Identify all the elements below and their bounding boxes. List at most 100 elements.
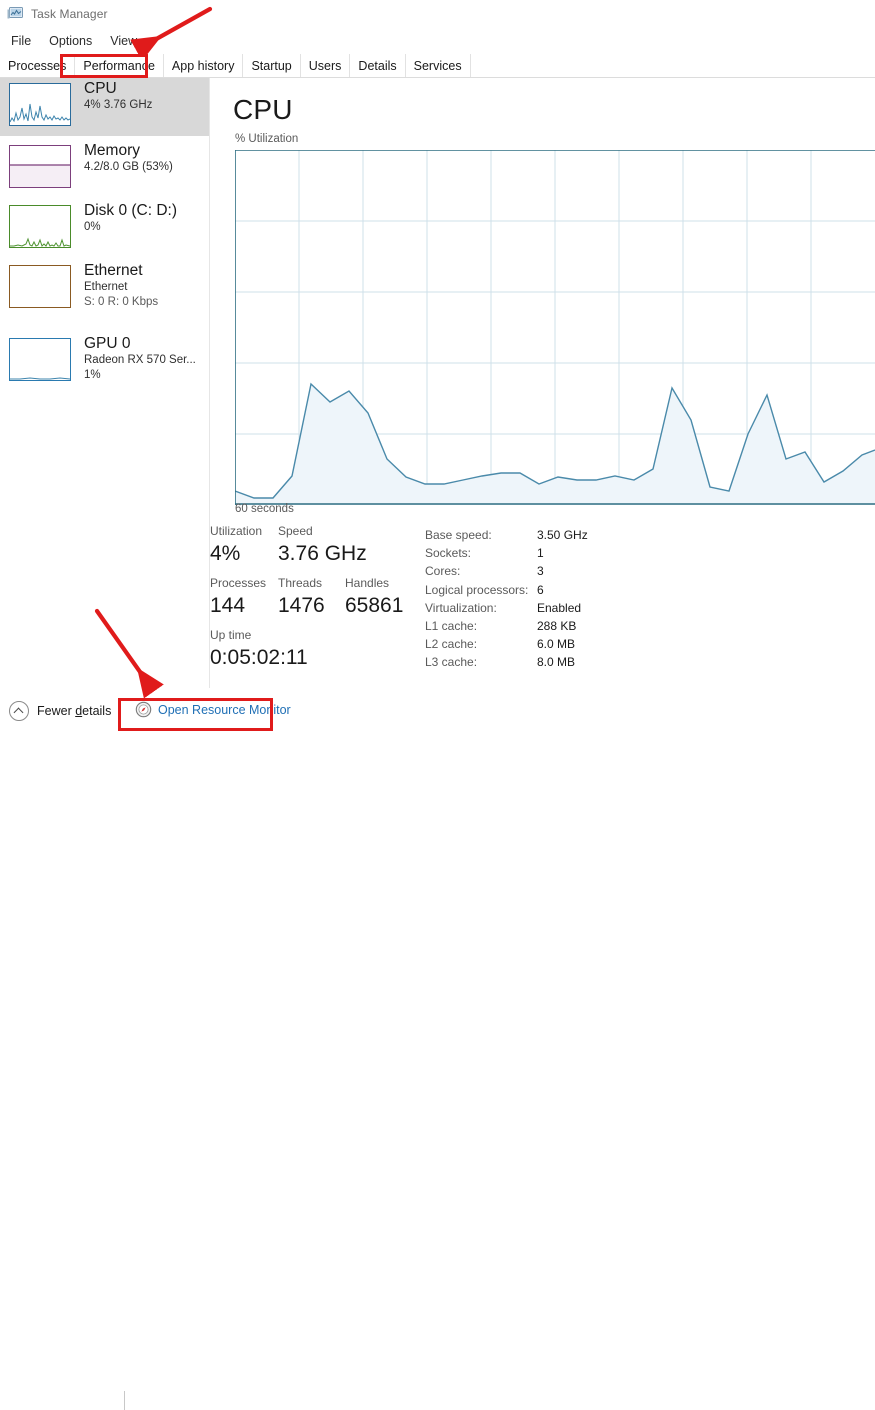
spec-logical-processors-value: 6 bbox=[537, 582, 544, 597]
stat-speed-value: 3.76 GHz bbox=[278, 542, 367, 565]
cpu-detail-panel: CPU % Utilization 60 seconds Utilization… bbox=[210, 78, 875, 688]
menu-item-view[interactable]: View bbox=[101, 32, 146, 50]
memory-thumbnail-graph bbox=[9, 145, 71, 188]
menu-item-options[interactable]: Options bbox=[40, 32, 101, 50]
spec-sockets-value: 1 bbox=[537, 546, 544, 561]
cpu-thumbnail-graph bbox=[9, 83, 71, 126]
spec-base-speed-value: 3.50 GHz bbox=[537, 528, 588, 542]
tab-services[interactable]: Services bbox=[405, 54, 471, 77]
stat-utilization: Utilization 4% bbox=[210, 523, 278, 567]
spec-l3-cache-value: 8.0 MB bbox=[537, 655, 576, 670]
stat-processes: Processes 144 bbox=[210, 575, 278, 619]
stats-row-primary: Utilization 4% Speed 3.76 GHz bbox=[210, 523, 420, 567]
spec-virtualization-value: Enabled bbox=[537, 600, 582, 615]
task-manager-icon bbox=[7, 6, 24, 22]
spec-row-sockets: Sockets: 1 bbox=[425, 544, 588, 562]
tab-startup[interactable]: Startup bbox=[243, 54, 301, 77]
sidebar-item-gpu[interactable]: GPU 0 Radeon RX 570 Ser... 1% bbox=[0, 333, 209, 391]
stat-threads: Threads 1476 bbox=[278, 575, 345, 619]
graph-axis-caption: % Utilization bbox=[235, 133, 299, 145]
stat-threads-label: Threads bbox=[278, 576, 323, 590]
cpu-utilization-graph bbox=[235, 150, 875, 505]
disk-thumbnail-graph bbox=[9, 205, 71, 248]
footer-divider bbox=[124, 1391, 125, 1410]
spec-sockets-key: Sockets: bbox=[425, 546, 472, 561]
stats-row-counts: Processes 144 Threads 1476 Handles 65861 bbox=[210, 575, 420, 619]
sidebar-item-memory-text: Memory 4.2/8.0 GB (53%) bbox=[84, 141, 173, 175]
cpu-specs-table: Base speed: 3.50 GHz Sockets: 1 Cores: 3… bbox=[425, 526, 725, 672]
stat-uptime-value: 0:05:02:11 bbox=[210, 646, 308, 669]
sidebar-item-ethernet-text: Ethernet Ethernet S: 0 R: 0 Kbps bbox=[84, 261, 158, 310]
spec-row-l2-cache: L2 cache: 6.0 MB bbox=[425, 635, 588, 653]
spec-l1-cache-key: L1 cache: bbox=[425, 619, 478, 634]
sidebar-item-gpu-utilization: 1% bbox=[84, 369, 101, 381]
open-resource-monitor-label: Open Resource Monitor bbox=[158, 702, 291, 717]
stat-uptime-label: Up time bbox=[210, 628, 252, 642]
sidebar-item-memory[interactable]: Memory 4.2/8.0 GB (53%) bbox=[0, 140, 209, 198]
graph-time-range-label: 60 seconds bbox=[235, 503, 294, 515]
menu-item-file[interactable]: File bbox=[2, 32, 40, 50]
sidebar-item-ethernet-detail: Ethernet bbox=[84, 281, 128, 293]
stat-speed: Speed 3.76 GHz bbox=[278, 523, 367, 567]
sidebar-item-gpu-model: Radeon RX 570 Ser... bbox=[84, 354, 196, 366]
spec-l2-cache-value: 6.0 MB bbox=[537, 637, 576, 652]
stat-handles-label: Handles bbox=[345, 576, 390, 590]
spec-cores-key: Cores: bbox=[425, 564, 461, 579]
sidebar-item-cpu-detail: 4% 3.76 GHz bbox=[84, 99, 153, 111]
gpu-thumbnail-graph bbox=[9, 338, 71, 381]
menu-bar: File Options View bbox=[0, 28, 875, 53]
sidebar-item-ethernet-name: Ethernet bbox=[84, 262, 143, 279]
sidebar-item-ethernet[interactable]: Ethernet Ethernet S: 0 R: 0 Kbps bbox=[0, 260, 209, 318]
sidebar-item-cpu-text: CPU 4% 3.76 GHz bbox=[84, 79, 152, 113]
tab-app-history[interactable]: App history bbox=[163, 54, 244, 77]
spec-row-l3-cache: L3 cache: 8.0 MB bbox=[425, 653, 588, 671]
window-title: Task Manager bbox=[31, 7, 108, 21]
spec-logical-processors-key: Logical processors: bbox=[425, 582, 529, 597]
tab-strip-filler bbox=[470, 54, 875, 77]
stat-processes-label: Processes bbox=[210, 576, 267, 590]
sidebar-item-disk-detail: 0% bbox=[84, 221, 101, 233]
sidebar-item-ethernet-throughput: S: 0 R: 0 Kbps bbox=[84, 296, 159, 308]
tab-users[interactable]: Users bbox=[300, 54, 351, 77]
sidebar-item-cpu[interactable]: CPU 4% 3.76 GHz bbox=[0, 78, 209, 136]
tab-performance[interactable]: Performance bbox=[75, 54, 164, 77]
spec-row-cores: Cores: 3 bbox=[425, 562, 588, 580]
sidebar-item-memory-detail: 4.2/8.0 GB (53%) bbox=[84, 161, 173, 173]
spec-l2-cache-key: L2 cache: bbox=[425, 637, 478, 652]
fewer-details-button[interactable]: Fewer details bbox=[9, 701, 111, 721]
sidebar-item-memory-name: Memory bbox=[84, 142, 140, 159]
stat-utilization-value: 4% bbox=[210, 542, 241, 565]
sidebar-item-gpu-name: GPU 0 bbox=[84, 335, 131, 352]
stat-speed-label: Speed bbox=[278, 524, 313, 538]
tab-details[interactable]: Details bbox=[350, 54, 406, 77]
tab-strip: Processes Performance App history Startu… bbox=[0, 54, 875, 78]
sidebar-item-disk[interactable]: Disk 0 (C: D:) 0% bbox=[0, 200, 209, 258]
sidebar-item-gpu-text: GPU 0 Radeon RX 570 Ser... 1% bbox=[84, 334, 196, 383]
sidebar-item-disk-name: Disk 0 (C: D:) bbox=[84, 202, 177, 219]
sidebar-item-disk-text: Disk 0 (C: D:) 0% bbox=[84, 201, 177, 235]
ethernet-thumbnail-graph bbox=[9, 265, 71, 308]
stat-utilization-label: Utilization bbox=[210, 524, 263, 538]
tab-processes[interactable]: Processes bbox=[0, 54, 76, 77]
cpu-summary-stats: Utilization 4% Speed 3.76 GHz Processes … bbox=[210, 523, 420, 671]
resource-sidebar: CPU 4% 3.76 GHz Memory 4.2/8.0 GB (53%) … bbox=[0, 78, 210, 688]
stats-row-uptime: Up time 0:05:02:11 bbox=[210, 627, 420, 671]
open-resource-monitor-link[interactable]: Open Resource Monitor bbox=[135, 701, 291, 718]
stat-handles-value: 65861 bbox=[345, 594, 404, 617]
spec-row-virtualization: Virtualization: Enabled bbox=[425, 599, 588, 617]
stat-processes-value: 144 bbox=[210, 594, 246, 617]
spec-row-l1-cache: L1 cache: 288 KB bbox=[425, 617, 588, 635]
spec-l1-cache-value: 288 KB bbox=[537, 619, 577, 634]
resource-monitor-icon bbox=[135, 701, 152, 718]
spec-l3-cache-key: L3 cache: bbox=[425, 655, 478, 670]
spec-row-base-speed: Base speed: 3.50 GHz bbox=[425, 526, 588, 544]
chevron-up-icon bbox=[9, 701, 29, 721]
spec-virtualization-key: Virtualization: bbox=[425, 600, 497, 615]
stat-handles: Handles 65861 bbox=[345, 575, 403, 619]
sidebar-item-cpu-name: CPU bbox=[84, 80, 117, 97]
footer-bar: Fewer details Open Resource Monitor bbox=[0, 688, 875, 1410]
page-title: CPU bbox=[233, 94, 293, 125]
stat-uptime: Up time 0:05:02:11 bbox=[210, 627, 308, 671]
fewer-details-label: Fewer details bbox=[37, 704, 112, 718]
title-bar: Task Manager bbox=[0, 0, 875, 28]
